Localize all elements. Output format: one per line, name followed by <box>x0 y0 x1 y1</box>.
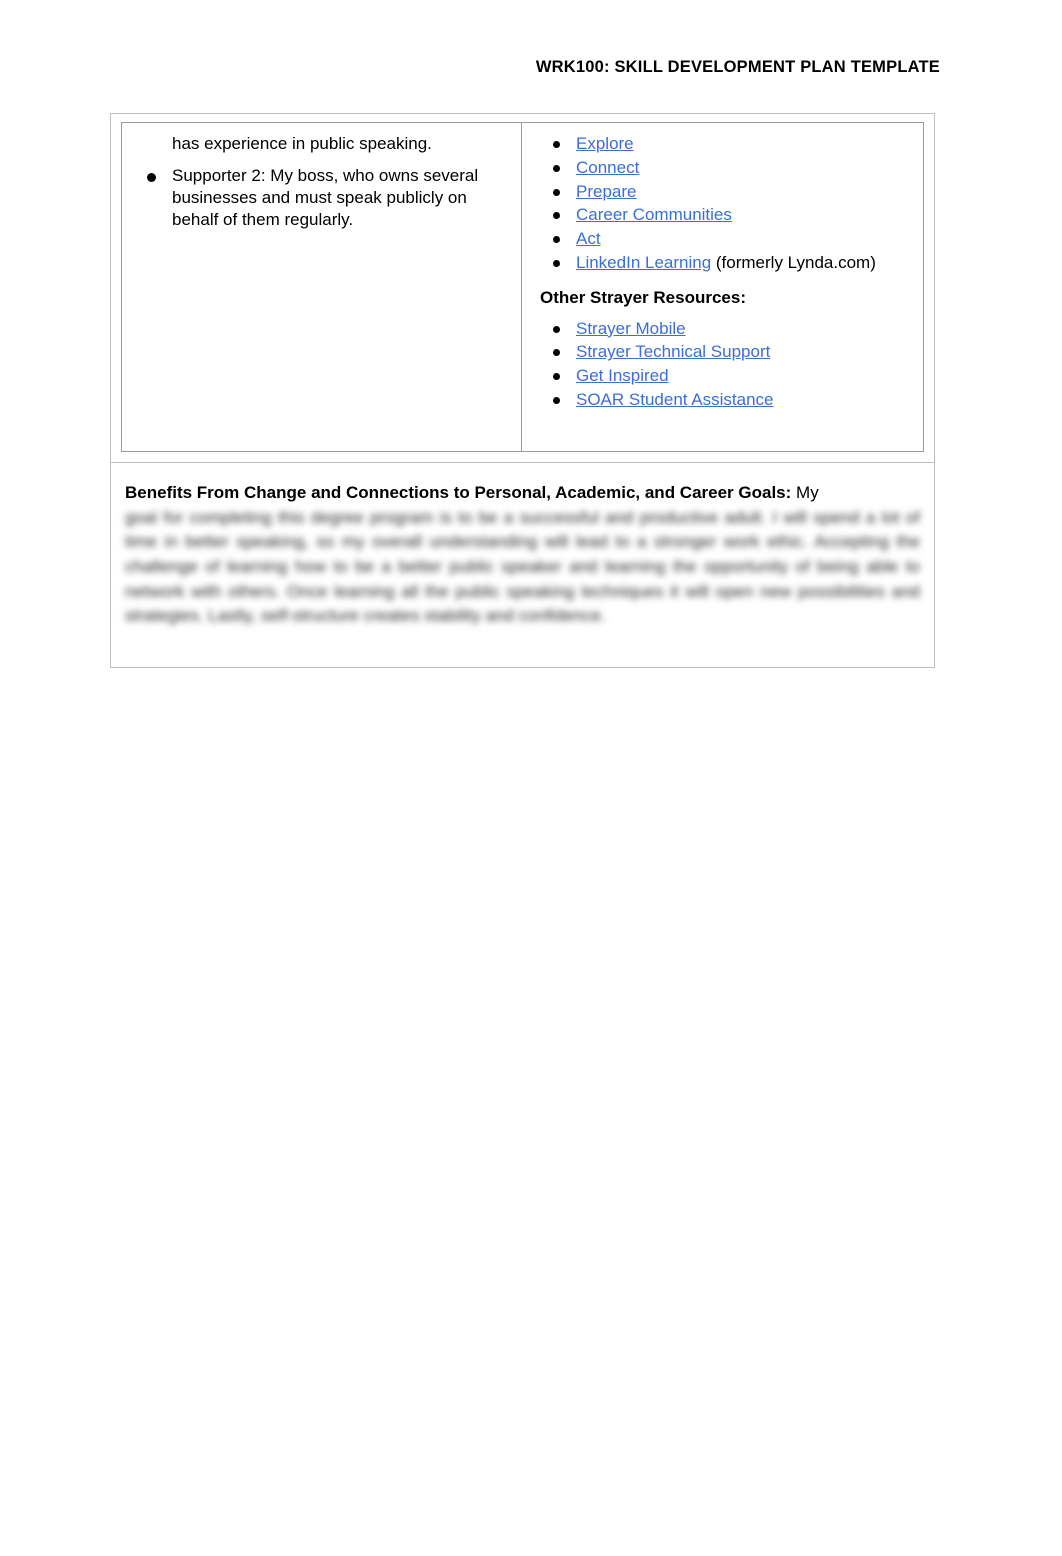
list-item: Career Communities <box>540 204 909 226</box>
other-resources-heading: Other Strayer Resources: <box>540 287 746 307</box>
benefits-blurred-text: goal for completing this degree program … <box>125 507 920 626</box>
list-item: Act <box>540 228 909 250</box>
link-strayer-technical-support[interactable]: Strayer Technical Support <box>576 342 770 361</box>
link-connect[interactable]: Connect <box>576 158 639 177</box>
other-resources-links: Strayer Mobile Strayer Technical Support… <box>540 318 909 411</box>
benefits-section: Benefits From Change and Connections to … <box>111 462 934 667</box>
supporters-list: Supporter 2: My boss, who owns several b… <box>136 165 507 230</box>
list-item: Get Inspired <box>540 365 909 387</box>
link-prepare[interactable]: Prepare <box>576 182 636 201</box>
continued-text: has experience in public speaking. <box>172 134 432 153</box>
link-linkedin-learning[interactable]: LinkedIn Learning <box>576 253 711 272</box>
career-center-links: Explore Connect Prepare Career Communiti… <box>540 133 909 274</box>
resources-cell: Explore Connect Prepare Career Communiti… <box>522 122 924 452</box>
link-act[interactable]: Act <box>576 229 601 248</box>
list-item: SOAR Student Assistance <box>540 389 909 411</box>
link-career-communities[interactable]: Career Communities <box>576 205 732 224</box>
list-item: Strayer Mobile <box>540 318 909 340</box>
bottom-spacer <box>125 629 920 651</box>
link-strayer-mobile[interactable]: Strayer Mobile <box>576 319 686 338</box>
list-item: Supporter 2: My boss, who owns several b… <box>136 165 507 230</box>
link-suffix: (formerly Lynda.com) <box>711 252 876 272</box>
list-item: Prepare <box>540 181 909 203</box>
list-item: LinkedIn Learning (formerly Lynda.com) <box>540 252 909 274</box>
list-item: Connect <box>540 157 909 179</box>
benefits-paragraph: Benefits From Change and Connections to … <box>125 481 920 506</box>
benefits-visible-text: My <box>796 483 819 502</box>
benefits-label: Benefits From Change and Connections to … <box>125 483 792 502</box>
link-soar-student-assistance[interactable]: SOAR Student Assistance <box>576 390 774 409</box>
table-row: has experience in public speaking. Suppo… <box>111 114 934 458</box>
supporters-cell: has experience in public speaking. Suppo… <box>121 122 521 452</box>
skill-plan-table: has experience in public speaking. Suppo… <box>110 113 935 668</box>
page-title: WRK100: SKILL DEVELOPMENT PLAN TEMPLATE <box>535 58 940 76</box>
link-get-inspired[interactable]: Get Inspired <box>576 366 669 385</box>
list-item: Explore <box>540 133 909 155</box>
list-item: Strayer Technical Support <box>540 341 909 363</box>
link-explore[interactable]: Explore <box>576 134 634 153</box>
